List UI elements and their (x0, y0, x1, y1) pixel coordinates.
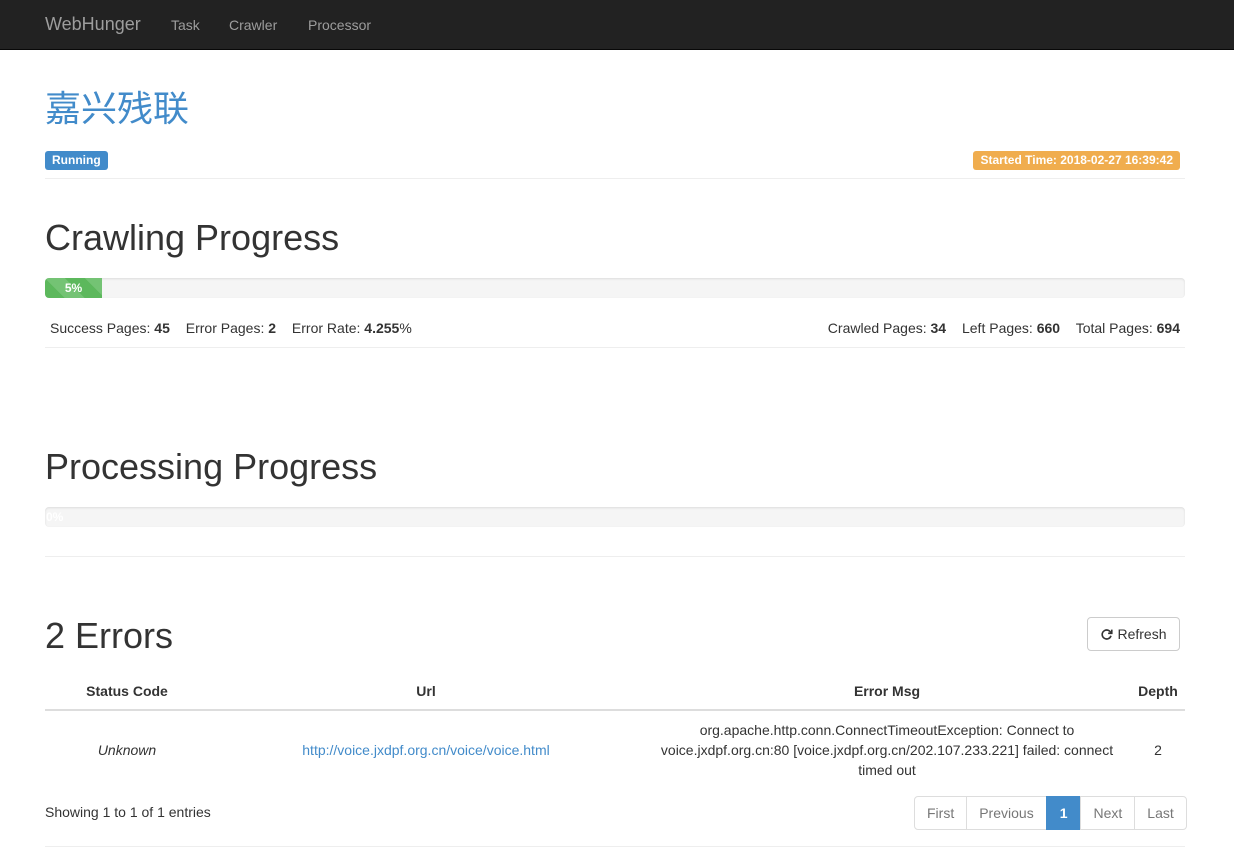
cell-error-msg: org.apache.http.conn.ConnectTimeoutExcep… (660, 722, 1114, 778)
processing-progress-heading: Processing Progress (45, 446, 378, 487)
divider (45, 846, 1185, 847)
refresh-icon (1101, 628, 1114, 640)
cell-status-code: Unknown (97, 742, 157, 758)
divider (45, 556, 1185, 557)
crawled-pages-stat: Crawled Pages: 34 (827, 320, 947, 336)
total-pages-stat: Total Pages: 694 (1075, 320, 1180, 336)
crawl-stats-left: Success Pages: 45 Error Pages: 2 Error R… (50, 320, 424, 336)
cell-url-link[interactable]: http://voice.jxdpf.org.cn/voice/voice.ht… (209, 742, 643, 758)
nav-link-task[interactable]: Task (171, 17, 200, 33)
page-next[interactable]: Next (1080, 796, 1136, 830)
column-header-url[interactable]: Url (209, 683, 643, 699)
refresh-button[interactable]: Refresh (1087, 617, 1180, 651)
table-header-divider (45, 709, 1185, 711)
navbar: WebHunger Task Crawler Processor (0, 0, 1234, 50)
divider (45, 178, 1185, 179)
column-header-error-msg[interactable]: Error Msg (643, 683, 1131, 699)
pagination: First Previous 1 Next Last (914, 796, 1187, 830)
refresh-label: Refresh (1117, 626, 1167, 642)
success-pages-stat: Success Pages: 45 (50, 320, 170, 336)
errors-heading: 2 Errors (45, 615, 174, 656)
page-previous[interactable]: Previous (966, 796, 1047, 830)
task-title: 嘉兴残联 (45, 89, 190, 130)
status-badge: Running (45, 151, 108, 170)
page-first[interactable]: First (914, 796, 968, 830)
page-1[interactable]: 1 (1045, 796, 1082, 830)
page-last[interactable]: Last (1134, 796, 1187, 830)
crawl-stats-right: Crawled Pages: 34 Left Pages: 660 Total … (828, 320, 1180, 336)
error-rate-stat: Error Rate: 4.255% (291, 320, 412, 336)
started-time-badge: Started Time: 2018-02-27 16:39:42 (973, 151, 1180, 170)
crawling-progress-fill: 5% (45, 278, 102, 298)
error-pages-stat: Error Pages: 2 (185, 320, 277, 336)
crawling-progress-heading: Crawling Progress (45, 217, 340, 258)
left-pages-stat: Left Pages: 660 (961, 320, 1061, 336)
nav-link-processor[interactable]: Processor (308, 17, 371, 33)
table-info: Showing 1 to 1 of 1 entries (45, 804, 211, 820)
cell-depth: 2 (1154, 742, 1162, 758)
crawling-progress-bar: 5% (45, 278, 1185, 298)
column-header-depth[interactable]: Depth (1131, 683, 1185, 699)
nav-link-crawler[interactable]: Crawler (229, 17, 277, 33)
processing-progress-bar: 0% (45, 507, 1185, 527)
column-header-status-code[interactable]: Status Code (45, 683, 209, 699)
divider (45, 347, 1185, 348)
processing-progress-fill: 0% (46, 510, 64, 524)
navbar-brand[interactable]: WebHunger (45, 14, 141, 35)
